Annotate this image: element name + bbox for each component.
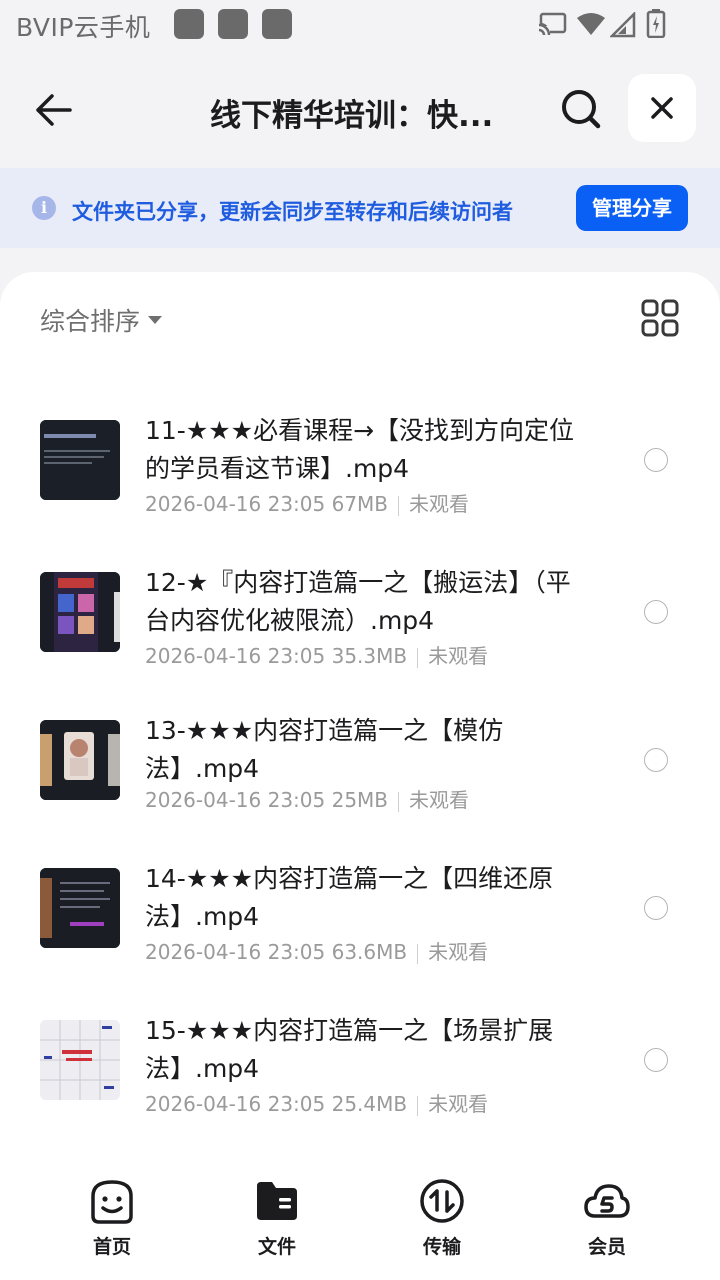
video-thumbnail [40,572,120,652]
sort-dropdown[interactable]: 综合排序 [40,302,163,338]
select-radio[interactable] [644,1048,668,1072]
file-date: 2026-04-16 23:05 [145,1092,326,1116]
file-date: 2026-04-16 23:05 [145,940,326,964]
transfer-icon [420,1179,464,1223]
file-status: 未观看 [428,644,489,668]
nav-label-transfer: 传输 [422,1236,461,1258]
close-icon [651,97,673,119]
share-notice-banner: i 文件夹已分享，更新会同步至转存和后续访问者 管理分享 [0,168,720,248]
video-thumbnail [40,868,120,948]
file-meta: 2026-04-16 23:05 63.6MB 未观看 [145,936,488,965]
file-name: 11-★★★必看课程→【没找到方向定位的学员看这节课】.mp4 [145,416,575,483]
file-list-card: 综合排序 11-★★★必看课程→【没找到方向定位的学员看这节课】.mp4 202… [0,272,720,1280]
status-carrier: BVIP云手机 [16,13,151,42]
file-name: 12-★『内容打造篇一之【搬运法】（平台内容优化被限流）.mp4 [145,568,571,635]
video-thumbnail [40,1020,120,1100]
status-app-icon [174,9,204,39]
file-size: 67MB [331,492,389,516]
info-icon: i [32,196,56,220]
grid-view-icon[interactable] [640,298,680,338]
manage-share-button[interactable]: 管理分享 [576,185,688,231]
nav-item-vip[interactable]: 会员 [557,1176,657,1259]
status-bar: BVIP云手机 [0,0,720,50]
close-button[interactable] [628,74,696,142]
file-meta: 2026-04-16 23:05 67MB 未观看 [145,488,469,517]
vip-cloud-icon [584,1184,630,1218]
select-radio[interactable] [644,748,668,772]
nav-label-files: 文件 [257,1236,296,1258]
search-icon[interactable] [556,84,606,134]
file-row[interactable]: 11-★★★必看课程→【没找到方向定位的学员看这节课】.mp4 2026-04-… [0,412,720,542]
file-meta: 2026-04-16 23:05 25.4MB 未观看 [145,1088,488,1117]
file-date: 2026-04-16 23:05 [145,644,326,668]
home-face-icon [91,1180,133,1224]
bottom-nav: 首页 文件 传输 会员 [0,1160,720,1280]
file-status: 未观看 [409,788,470,812]
file-size: 63.6MB [331,940,408,964]
video-thumbnail [40,420,120,500]
sort-label: 综合排序 [40,307,141,336]
file-size: 35.3MB [331,644,408,668]
file-date: 2026-04-16 23:05 [145,492,326,516]
file-row[interactable]: 14-★★★内容打造篇一之【四维还原法】.mp4 2026-04-16 23:0… [0,860,720,990]
file-row[interactable]: 13-★★★内容打造篇一之【模仿法】.mp4 2026-04-16 23:05 … [0,712,720,842]
file-size: 25MB [331,788,389,812]
battery-icon [646,9,666,38]
file-meta: 2026-04-16 23:05 35.3MB 未观看 [145,640,488,669]
page-title: 线下精华培训：快... [210,98,494,134]
cast-icon [538,12,567,36]
wifi-icon [577,13,605,35]
video-thumbnail [40,720,120,800]
nav-label-home: 首页 [92,1236,131,1258]
signal-icon [610,12,636,38]
nav-item-transfer[interactable]: 传输 [392,1176,492,1259]
status-app-icon [218,9,248,39]
file-meta: 2026-04-16 23:05 25MB 未观看 [145,784,469,813]
file-name: 15-★★★内容打造篇一之【场景扩展法】.mp4 [145,1016,554,1083]
select-radio[interactable] [644,600,668,624]
file-status: 未观看 [428,940,489,964]
file-date: 2026-04-16 23:05 [145,788,326,812]
file-row[interactable]: 15-★★★内容打造篇一之【场景扩展法】.mp4 2026-04-16 23:0… [0,1012,720,1142]
file-size: 25.4MB [331,1092,408,1116]
select-radio[interactable] [644,448,668,472]
caret-down-icon [148,316,163,324]
file-row[interactable]: 12-★『内容打造篇一之【搬运法】（平台内容优化被限流）.mp4 2026-04… [0,564,720,694]
folder-icon [257,1182,297,1220]
file-name: 13-★★★内容打造篇一之【模仿法】.mp4 [145,716,504,783]
nav-item-files[interactable]: 文件 [227,1176,327,1259]
nav-label-vip: 会员 [587,1236,626,1258]
select-radio[interactable] [644,896,668,920]
back-arrow-icon[interactable] [30,86,78,134]
file-status: 未观看 [409,492,470,516]
file-name: 14-★★★内容打造篇一之【四维还原法】.mp4 [145,864,554,931]
status-app-icon [262,9,292,39]
file-status: 未观看 [428,1092,489,1116]
share-notice-text: 文件夹已分享，更新会同步至转存和后续访问者 [72,200,513,224]
nav-item-home[interactable]: 首页 [62,1176,162,1259]
header-bar: 线下精华培训：快... [0,70,720,148]
